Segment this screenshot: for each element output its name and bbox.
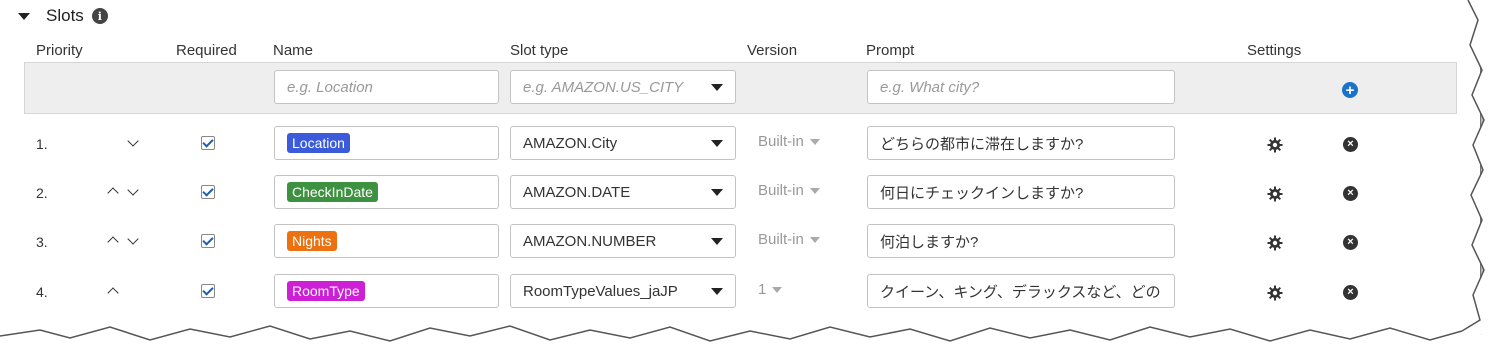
torn-edge-decoration (0, 0, 1491, 361)
